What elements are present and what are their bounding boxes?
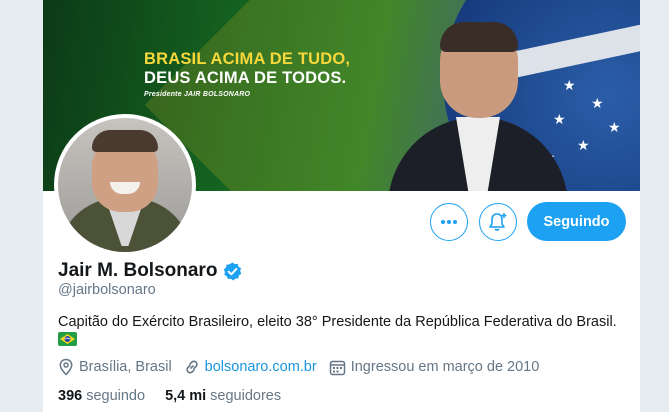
following-button[interactable]: Seguindo bbox=[527, 202, 626, 241]
avatar-photo bbox=[58, 118, 192, 252]
star-icon: ★ bbox=[608, 119, 621, 135]
verified-badge-icon bbox=[224, 261, 242, 281]
profile-card: ★ ★ ★ ★ ★ ★ BRASIL ACIMA DE TUDO, DEUS A… bbox=[43, 0, 640, 412]
slogan-line-2: DEUS ACIMA DE TODOS. bbox=[144, 69, 347, 87]
followers-label: seguidores bbox=[210, 388, 282, 404]
joined-item: Ingressou em março de 2010 bbox=[329, 359, 540, 376]
banner-slogan: BRASIL ACIMA DE TUDO, DEUS ACIMA DE TODO… bbox=[144, 50, 350, 102]
brazil-flag-icon bbox=[58, 332, 77, 346]
link-icon bbox=[185, 360, 198, 374]
star-icon: ★ bbox=[591, 95, 604, 111]
following-stat[interactable]: 396 seguindo bbox=[58, 388, 145, 404]
following-count: 396 bbox=[58, 388, 83, 404]
banner-portrait bbox=[378, 22, 578, 191]
website-item: bolsonaro.com.br bbox=[184, 359, 317, 375]
website-link[interactable]: bolsonaro.com.br bbox=[205, 359, 317, 375]
profile-handle: @jairbolsonaro bbox=[58, 282, 156, 298]
page: ★ ★ ★ ★ ★ ★ BRASIL ACIMA DE TUDO, DEUS A… bbox=[0, 0, 669, 412]
followers-count: 5,4 mi bbox=[165, 388, 207, 404]
profile-stats: 396 seguindo 5,4 mi seguidores bbox=[58, 388, 301, 404]
location-text: Brasília, Brasil bbox=[79, 359, 172, 375]
calendar-icon bbox=[329, 360, 345, 375]
profile-name: Jair M. Bolsonaro bbox=[58, 260, 218, 281]
location-item: Brasília, Brasil bbox=[58, 358, 172, 376]
followers-stat[interactable]: 5,4 mi seguidores bbox=[165, 388, 281, 404]
profile-name-row: Jair M. Bolsonaro bbox=[58, 260, 243, 282]
more-icon bbox=[441, 220, 457, 224]
notifications-button[interactable] bbox=[479, 203, 517, 241]
joined-text: Ingressou em março de 2010 bbox=[350, 359, 540, 375]
following-label: seguindo bbox=[86, 388, 146, 404]
slogan-line-1: BRASIL ACIMA DE TUDO, bbox=[144, 50, 351, 68]
slogan-signature: Presidente JAIR BOLSONARO bbox=[144, 91, 251, 98]
profile-meta: Brasília, Brasil bolsonaro.com.br Ingres… bbox=[58, 358, 551, 376]
location-pin-icon bbox=[59, 358, 73, 376]
profile-bio: Capitão do Exército Brasileiro, eleito 3… bbox=[58, 314, 617, 330]
bell-plus-icon bbox=[489, 213, 507, 231]
more-button[interactable] bbox=[430, 203, 468, 241]
avatar[interactable] bbox=[54, 114, 196, 256]
star-icon: ★ bbox=[577, 137, 590, 153]
